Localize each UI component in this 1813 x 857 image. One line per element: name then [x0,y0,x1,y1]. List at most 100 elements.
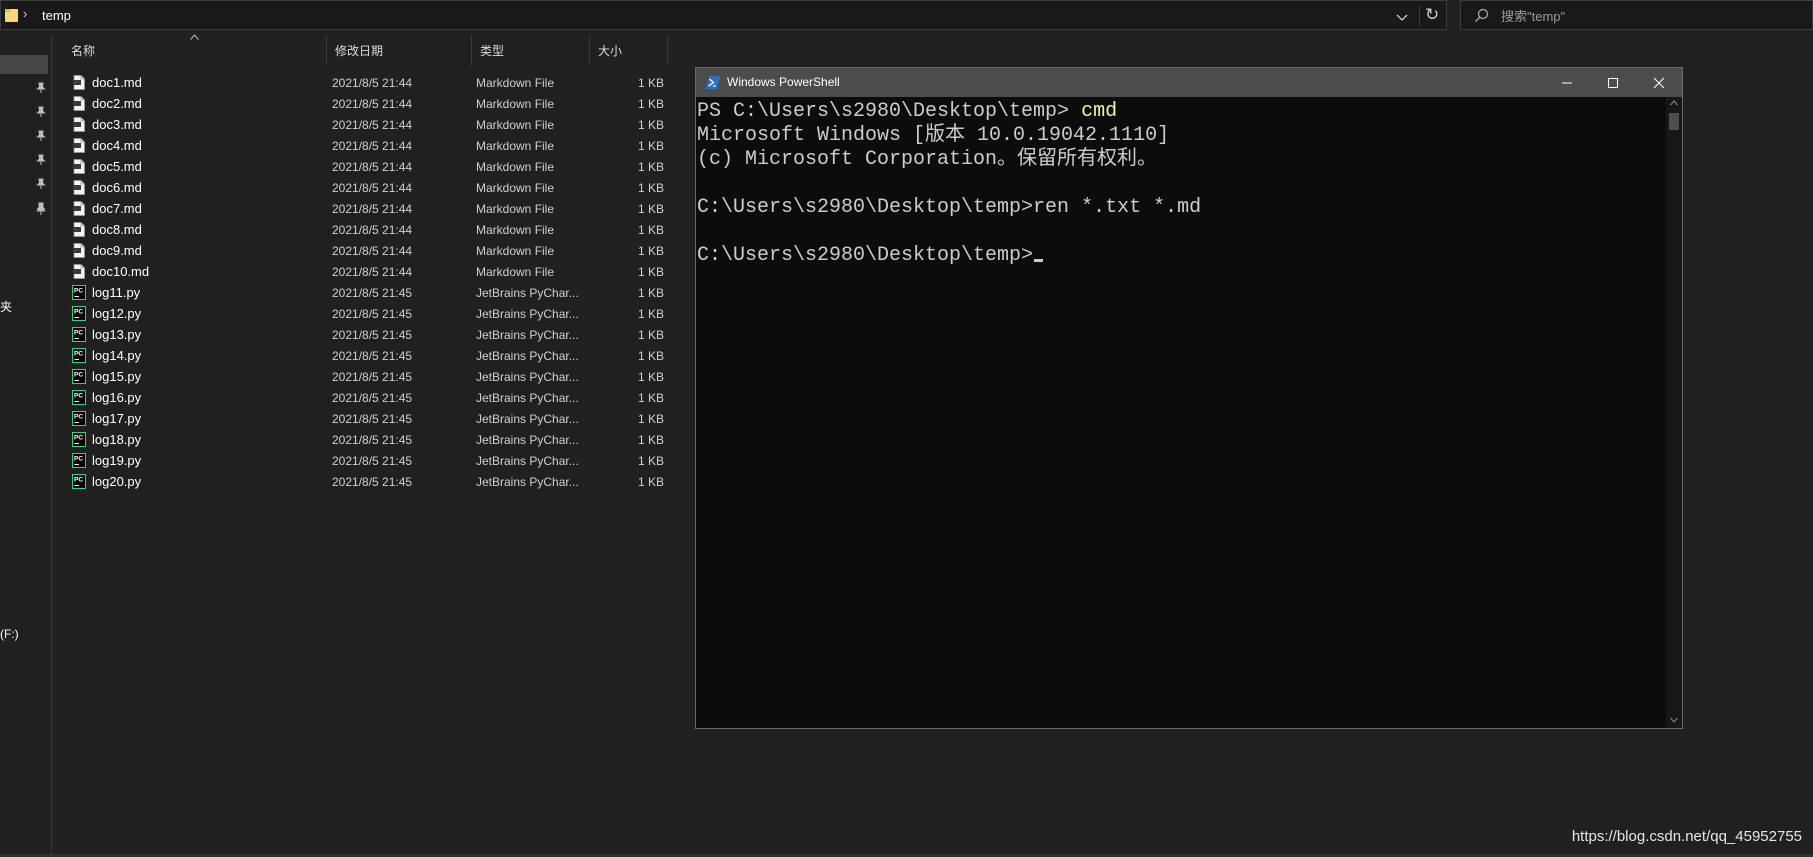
file-type: Markdown File [476,244,555,258]
file-type: JetBrains PyChar... [476,475,579,489]
powershell-window[interactable]: Windows PowerShell PS C:\Users\s2980\Des… [695,67,1683,729]
file-type: JetBrains PyChar... [476,391,579,405]
file-row[interactable]: doc7.md 2021/8/5 21:44 Markdown File 1 KB [52,198,672,219]
file-size: 1 KB [637,118,664,132]
file-name: log19.py [92,453,142,468]
pycharm-file-icon: PC [72,285,86,300]
pin-icon[interactable] [36,204,46,216]
file-name: log17.py [92,411,142,426]
console-command: cmd [1081,100,1118,123]
file-row[interactable]: doc8.md 2021/8/5 21:44 Markdown File 1 KB [52,219,672,240]
address-bar[interactable]: › temp ↻ [0,0,1447,30]
file-size: 1 KB [637,265,664,279]
svg-text:PC: PC [74,288,83,295]
nav-item-label[interactable]: 夹 [0,298,12,315]
breadcrumb-separator-icon[interactable]: › [23,6,27,21]
console-scrollbar[interactable] [1666,97,1682,728]
file-row[interactable]: PC log13.py 2021/8/5 21:45 JetBrains PyChar… [52,324,672,345]
search-box[interactable] [1460,0,1813,30]
file-name: log12.py [92,306,142,321]
file-size: 1 KB [637,412,664,426]
svg-text:PC: PC [74,456,83,463]
file-name: log16.py [92,390,142,405]
file-type: Markdown File [476,97,555,111]
file-row[interactable]: PC log14.py 2021/8/5 21:45 JetBrains PyChar… [52,345,672,366]
refresh-icon[interactable]: ↻ [1425,5,1439,25]
file-date: 2021/8/5 21:44 [332,139,413,153]
column-headers: 名称 修改日期 类型 大小 [52,36,672,66]
nav-item-selected[interactable] [0,55,48,74]
console-output[interactable]: PS C:\Users\s2980\Desktop\temp> cmd Micro… [696,97,1665,728]
console-line: C:\Users\s2980\Desktop\temp> [696,244,1665,268]
minimize-button[interactable] [1544,68,1590,97]
file-date: 2021/8/5 21:44 [332,181,413,195]
file-row[interactable]: doc2.md 2021/8/5 21:44 Markdown File 1 KB [52,93,672,114]
file-row[interactable]: PC log17.py 2021/8/5 21:45 JetBrains PyChar… [52,408,672,429]
pycharm-file-icon: PC [72,390,86,405]
chevron-down-icon[interactable] [1394,9,1410,25]
file-row[interactable]: PC log16.py 2021/8/5 21:45 JetBrains PyChar… [52,387,672,408]
pin-icon[interactable] [36,106,46,118]
file-row[interactable]: PC log20.py 2021/8/5 21:45 JetBrains PyChar… [52,471,672,492]
file-date: 2021/8/5 21:44 [332,76,413,90]
pycharm-file-icon: PC [72,306,86,321]
file-name: log15.py [92,369,142,384]
file-size: 1 KB [637,328,664,342]
file-row[interactable]: doc5.md 2021/8/5 21:44 Markdown File 1 KB [52,156,672,177]
file-row[interactable]: doc4.md 2021/8/5 21:44 Markdown File 1 KB [52,135,672,156]
file-row[interactable]: PC log15.py 2021/8/5 21:45 JetBrains PyChar… [52,366,672,387]
file-date: 2021/8/5 21:44 [332,265,413,279]
pin-icon[interactable] [36,82,46,94]
column-header-date[interactable]: 修改日期 [327,36,472,66]
file-size: 1 KB [637,391,664,405]
file-row[interactable]: doc6.md 2021/8/5 21:44 Markdown File 1 KB [52,177,672,198]
scroll-down-icon[interactable] [1670,717,1678,723]
search-icon [1475,8,1489,22]
file-date: 2021/8/5 21:45 [332,328,413,342]
file-row[interactable]: PC log19.py 2021/8/5 21:45 JetBrains PyChar… [52,450,672,471]
file-size: 1 KB [637,475,664,489]
svg-text:PC: PC [74,351,83,358]
file-name: log18.py [92,432,142,447]
file-name: doc7.md [92,201,142,216]
column-header-type[interactable]: 类型 [472,36,590,66]
search-input[interactable] [1499,5,1803,27]
file-size: 1 KB [637,454,664,468]
file-name: doc1.md [92,75,142,90]
nav-item-label[interactable]: (F:) [0,627,19,641]
file-date: 2021/8/5 21:45 [332,307,413,321]
pycharm-file-icon: PC [72,369,86,384]
column-header-size[interactable]: 大小 [590,36,668,66]
pycharm-file-icon: PC [72,411,86,426]
svg-text:PC: PC [74,477,83,484]
scrollbar-thumb[interactable] [1669,113,1679,130]
file-row[interactable]: PC log18.py 2021/8/5 21:45 JetBrains PyChar… [52,429,672,450]
file-name: doc2.md [92,96,142,111]
powershell-icon [706,76,720,89]
file-row[interactable]: doc10.md 2021/8/5 21:44 Markdown File 1 KB [52,261,672,282]
pin-icon[interactable] [36,178,46,190]
file-date: 2021/8/5 21:44 [332,97,413,111]
file-row[interactable]: doc3.md 2021/8/5 21:44 Markdown File 1 KB [52,114,672,135]
close-button[interactable] [1636,68,1682,97]
file-name: log14.py [92,348,142,363]
file-size: 1 KB [637,433,664,447]
window-titlebar[interactable]: Windows PowerShell [696,68,1682,97]
scroll-up-icon[interactable] [1670,100,1678,106]
pin-icon[interactable] [36,154,46,166]
file-row[interactable]: PC log11.py 2021/8/5 21:45 JetBrains PyChar… [52,282,672,303]
column-header-name[interactable]: 名称 [63,36,327,66]
pin-icon[interactable] [36,130,46,142]
file-type: Markdown File [476,265,555,279]
file-row[interactable]: doc9.md 2021/8/5 21:44 Markdown File 1 KB [52,240,672,261]
markdown-file-icon [72,180,86,195]
svg-text:PC: PC [74,393,83,400]
file-type: Markdown File [476,160,555,174]
file-type: JetBrains PyChar... [476,328,579,342]
markdown-file-icon [72,222,86,237]
file-row[interactable]: PC log12.py 2021/8/5 21:45 JetBrains PyChar… [52,303,672,324]
breadcrumb-temp[interactable]: temp [42,8,71,23]
file-name: doc9.md [92,243,142,258]
maximize-button[interactable] [1590,68,1636,97]
file-row[interactable]: doc1.md 2021/8/5 21:44 Markdown File 1 KB [52,72,672,93]
